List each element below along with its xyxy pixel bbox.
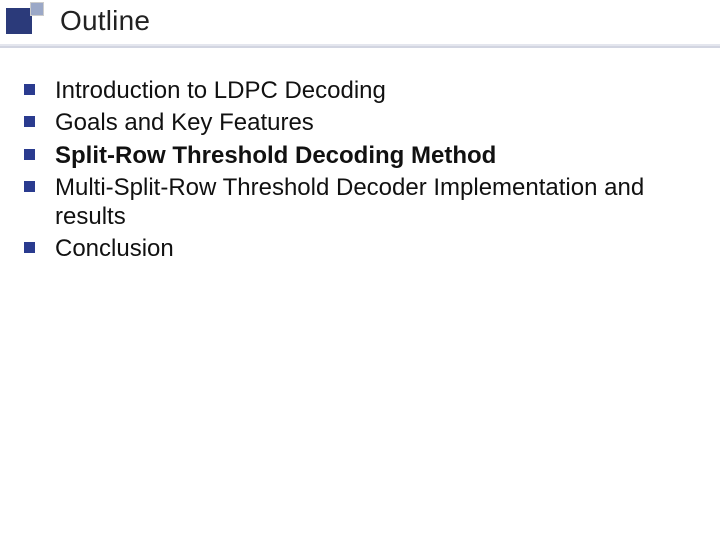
square-bullet-icon bbox=[24, 149, 35, 160]
list-item-text: Goals and Key Features bbox=[55, 108, 314, 137]
list-item: Split-Row Threshold Decoding Method bbox=[24, 141, 696, 170]
list-item-text: Conclusion bbox=[55, 234, 174, 263]
square-bullet-icon bbox=[24, 181, 35, 192]
list-item-text: Split-Row Threshold Decoding Method bbox=[55, 141, 496, 170]
square-bullet-icon bbox=[24, 242, 35, 253]
slide-title: Outline bbox=[60, 5, 150, 37]
slide-body: Introduction to LDPC Decoding Goals and … bbox=[0, 48, 720, 264]
list-item-text: Multi-Split-Row Threshold Decoder Implem… bbox=[55, 173, 696, 232]
slide: Outline Introduction to LDPC Decoding Go… bbox=[0, 0, 720, 540]
title-underline bbox=[0, 44, 720, 48]
list-item: Multi-Split-Row Threshold Decoder Implem… bbox=[24, 173, 696, 232]
list-item: Conclusion bbox=[24, 234, 696, 263]
list-item: Introduction to LDPC Decoding bbox=[24, 76, 696, 105]
title-row: Outline bbox=[0, 0, 720, 40]
list-item: Goals and Key Features bbox=[24, 108, 696, 137]
title-bullet-icon bbox=[6, 2, 44, 40]
square-bullet-icon bbox=[24, 84, 35, 95]
square-bullet-icon bbox=[24, 116, 35, 127]
list-item-text: Introduction to LDPC Decoding bbox=[55, 76, 386, 105]
